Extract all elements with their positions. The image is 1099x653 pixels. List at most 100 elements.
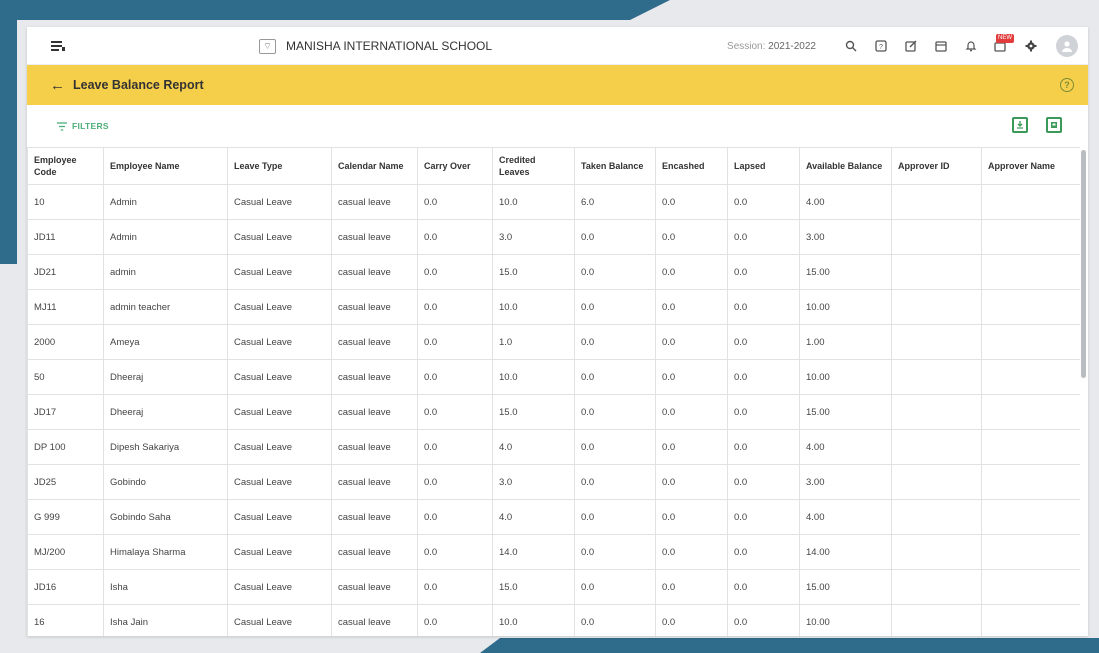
table-row[interactable]: DP 100 Dipesh Sakariya Casual Leave casual … bbox=[27, 429, 1080, 465]
col-header[interactable]: Lapsed bbox=[727, 147, 800, 185]
table-cell bbox=[891, 534, 982, 570]
help-circle-icon[interactable]: ? bbox=[1060, 78, 1074, 92]
table-row[interactable]: G 999 Gobindo Saha Casual Leave casual leav… bbox=[27, 499, 1080, 535]
session-display[interactable]: Session: 2021-2022 bbox=[727, 41, 816, 52]
table-row[interactable]: JD21 admin Casual Leave casual leave 0.0 15.0… bbox=[27, 254, 1080, 290]
table-cell: casual leave bbox=[331, 394, 418, 430]
col-header[interactable]: Encashed bbox=[655, 147, 728, 185]
table-row[interactable]: 2000 Ameya Casual Leave casual leave 0.0 1.0 0… bbox=[27, 324, 1080, 360]
table-cell: 0.0 bbox=[727, 359, 800, 395]
col-header[interactable]: Credited Leaves bbox=[492, 147, 575, 185]
table-cell bbox=[981, 184, 1080, 220]
table-cell: 4.00 bbox=[799, 429, 892, 465]
edit-icon[interactable] bbox=[898, 27, 924, 65]
filter-icon bbox=[57, 121, 67, 131]
table-row[interactable]: JD17 Dheeraj Casual Leave casual leave 0.0 15… bbox=[27, 394, 1080, 430]
col-header[interactable]: Carry Over bbox=[417, 147, 493, 185]
table-cell: 6.0 bbox=[574, 184, 656, 220]
col-header[interactable]: Employee Name bbox=[103, 147, 228, 185]
table-cell: Dheeraj bbox=[103, 359, 228, 395]
table-cell: MJ/200 bbox=[27, 534, 104, 570]
user-avatar[interactable] bbox=[1056, 35, 1078, 57]
col-header[interactable]: Approver Name bbox=[981, 147, 1080, 185]
table-cell: casual leave bbox=[331, 534, 418, 570]
table-cell: 0.0 bbox=[417, 394, 493, 430]
col-header[interactable]: Leave Type bbox=[227, 147, 332, 185]
table-cell: Casual Leave bbox=[227, 324, 332, 360]
help-box-icon[interactable]: ? bbox=[868, 27, 894, 65]
table-cell bbox=[981, 324, 1080, 360]
table-cell: 0.0 bbox=[655, 534, 728, 570]
table-cell bbox=[981, 429, 1080, 465]
filters-label: FILTERS bbox=[72, 121, 109, 131]
table-cell: 10.00 bbox=[799, 289, 892, 325]
table-cell: 0.0 bbox=[574, 324, 656, 360]
col-header[interactable]: Calendar Name bbox=[331, 147, 418, 185]
table-cell: 0.0 bbox=[574, 499, 656, 535]
table-cell: 0.0 bbox=[727, 289, 800, 325]
table-cell: 14.0 bbox=[492, 534, 575, 570]
table-cell: casual leave bbox=[331, 604, 418, 636]
table-cell: 0.0 bbox=[417, 464, 493, 500]
table-row[interactable]: JD25 Gobindo Casual Leave casual leave 0.0 3.… bbox=[27, 464, 1080, 500]
table-cell: 0.0 bbox=[574, 569, 656, 605]
table-cell: 0.0 bbox=[574, 289, 656, 325]
col-header[interactable]: Approver ID bbox=[891, 147, 982, 185]
filters-button[interactable]: FILTERS bbox=[57, 121, 109, 131]
table-cell: 10 bbox=[27, 184, 104, 220]
table-cell: casual leave bbox=[331, 499, 418, 535]
table-cell: 3.00 bbox=[799, 219, 892, 255]
table-cell bbox=[891, 604, 982, 636]
table-cell: casual leave bbox=[331, 184, 418, 220]
table-cell: 0.0 bbox=[655, 429, 728, 465]
new-badge: NEW bbox=[996, 34, 1014, 43]
calendar-icon[interactable] bbox=[928, 27, 954, 65]
table-row[interactable]: JD11 Admin Casual Leave casual leave 0.0 3.0 0… bbox=[27, 219, 1080, 255]
col-header[interactable]: Taken Balance bbox=[574, 147, 656, 185]
download-excel-icon[interactable] bbox=[1012, 117, 1028, 133]
table-cell bbox=[891, 429, 982, 465]
table-cell bbox=[981, 499, 1080, 535]
col-header[interactable]: Employee Code bbox=[27, 147, 104, 185]
table-cell: 0.0 bbox=[417, 184, 493, 220]
table-cell: 0.0 bbox=[655, 499, 728, 535]
table-cell bbox=[891, 394, 982, 430]
table-cell: casual leave bbox=[331, 324, 418, 360]
col-header[interactable]: Available Balance bbox=[799, 147, 892, 185]
table-row[interactable]: 16 Isha Jain Casual Leave casual leave 0.0 10… bbox=[27, 604, 1080, 636]
settings-gear-icon[interactable] bbox=[1018, 27, 1044, 65]
session-value: 2021-2022 bbox=[768, 40, 816, 52]
table-cell: admin teacher bbox=[103, 289, 228, 325]
table-cell: Admin bbox=[103, 219, 228, 255]
table-cell: Isha bbox=[103, 569, 228, 605]
download-pdf-icon[interactable] bbox=[1046, 117, 1062, 133]
table-cell: 10.0 bbox=[492, 289, 575, 325]
table-cell: 15.0 bbox=[492, 394, 575, 430]
table-cell: 2000 bbox=[27, 324, 104, 360]
table-cell: 0.0 bbox=[574, 604, 656, 636]
table-row[interactable]: 50 Dheeraj Casual Leave casual leave 0.0 10.0… bbox=[27, 359, 1080, 395]
session-label: Session: bbox=[727, 40, 766, 52]
table-row[interactable]: 10 Admin Casual Leave casual leave 0.0 10.0 6.… bbox=[27, 184, 1080, 220]
table-row[interactable]: MJ/200 Himalaya Sharma Casual Leave casual … bbox=[27, 534, 1080, 570]
table-cell: 0.0 bbox=[727, 184, 800, 220]
table-cell: 0.0 bbox=[417, 429, 493, 465]
table-row[interactable]: JD16 Isha Casual Leave casual leave 0.0 15.0 0… bbox=[27, 569, 1080, 605]
table-cell: JD21 bbox=[27, 254, 104, 290]
back-arrow-icon[interactable]: ← bbox=[50, 77, 65, 94]
table-row[interactable]: MJ11 admin teacher Casual Leave casual leav… bbox=[27, 289, 1080, 325]
table-cell: 0.0 bbox=[727, 254, 800, 290]
whats-new-icon[interactable]: NEW bbox=[988, 27, 1014, 65]
table-cell: 0.0 bbox=[655, 464, 728, 500]
table-cell: 0.0 bbox=[727, 394, 800, 430]
table-cell: 4.0 bbox=[492, 499, 575, 535]
menu-icon[interactable] bbox=[49, 37, 67, 55]
table-cell: 0.0 bbox=[574, 429, 656, 465]
table-cell: 15.0 bbox=[492, 254, 575, 290]
table-cell bbox=[891, 569, 982, 605]
table-cell: 0.0 bbox=[655, 254, 728, 290]
bell-icon[interactable] bbox=[958, 27, 984, 65]
search-icon[interactable] bbox=[838, 27, 864, 65]
table-cell: 0.0 bbox=[417, 534, 493, 570]
vertical-scrollbar[interactable] bbox=[1081, 150, 1086, 378]
